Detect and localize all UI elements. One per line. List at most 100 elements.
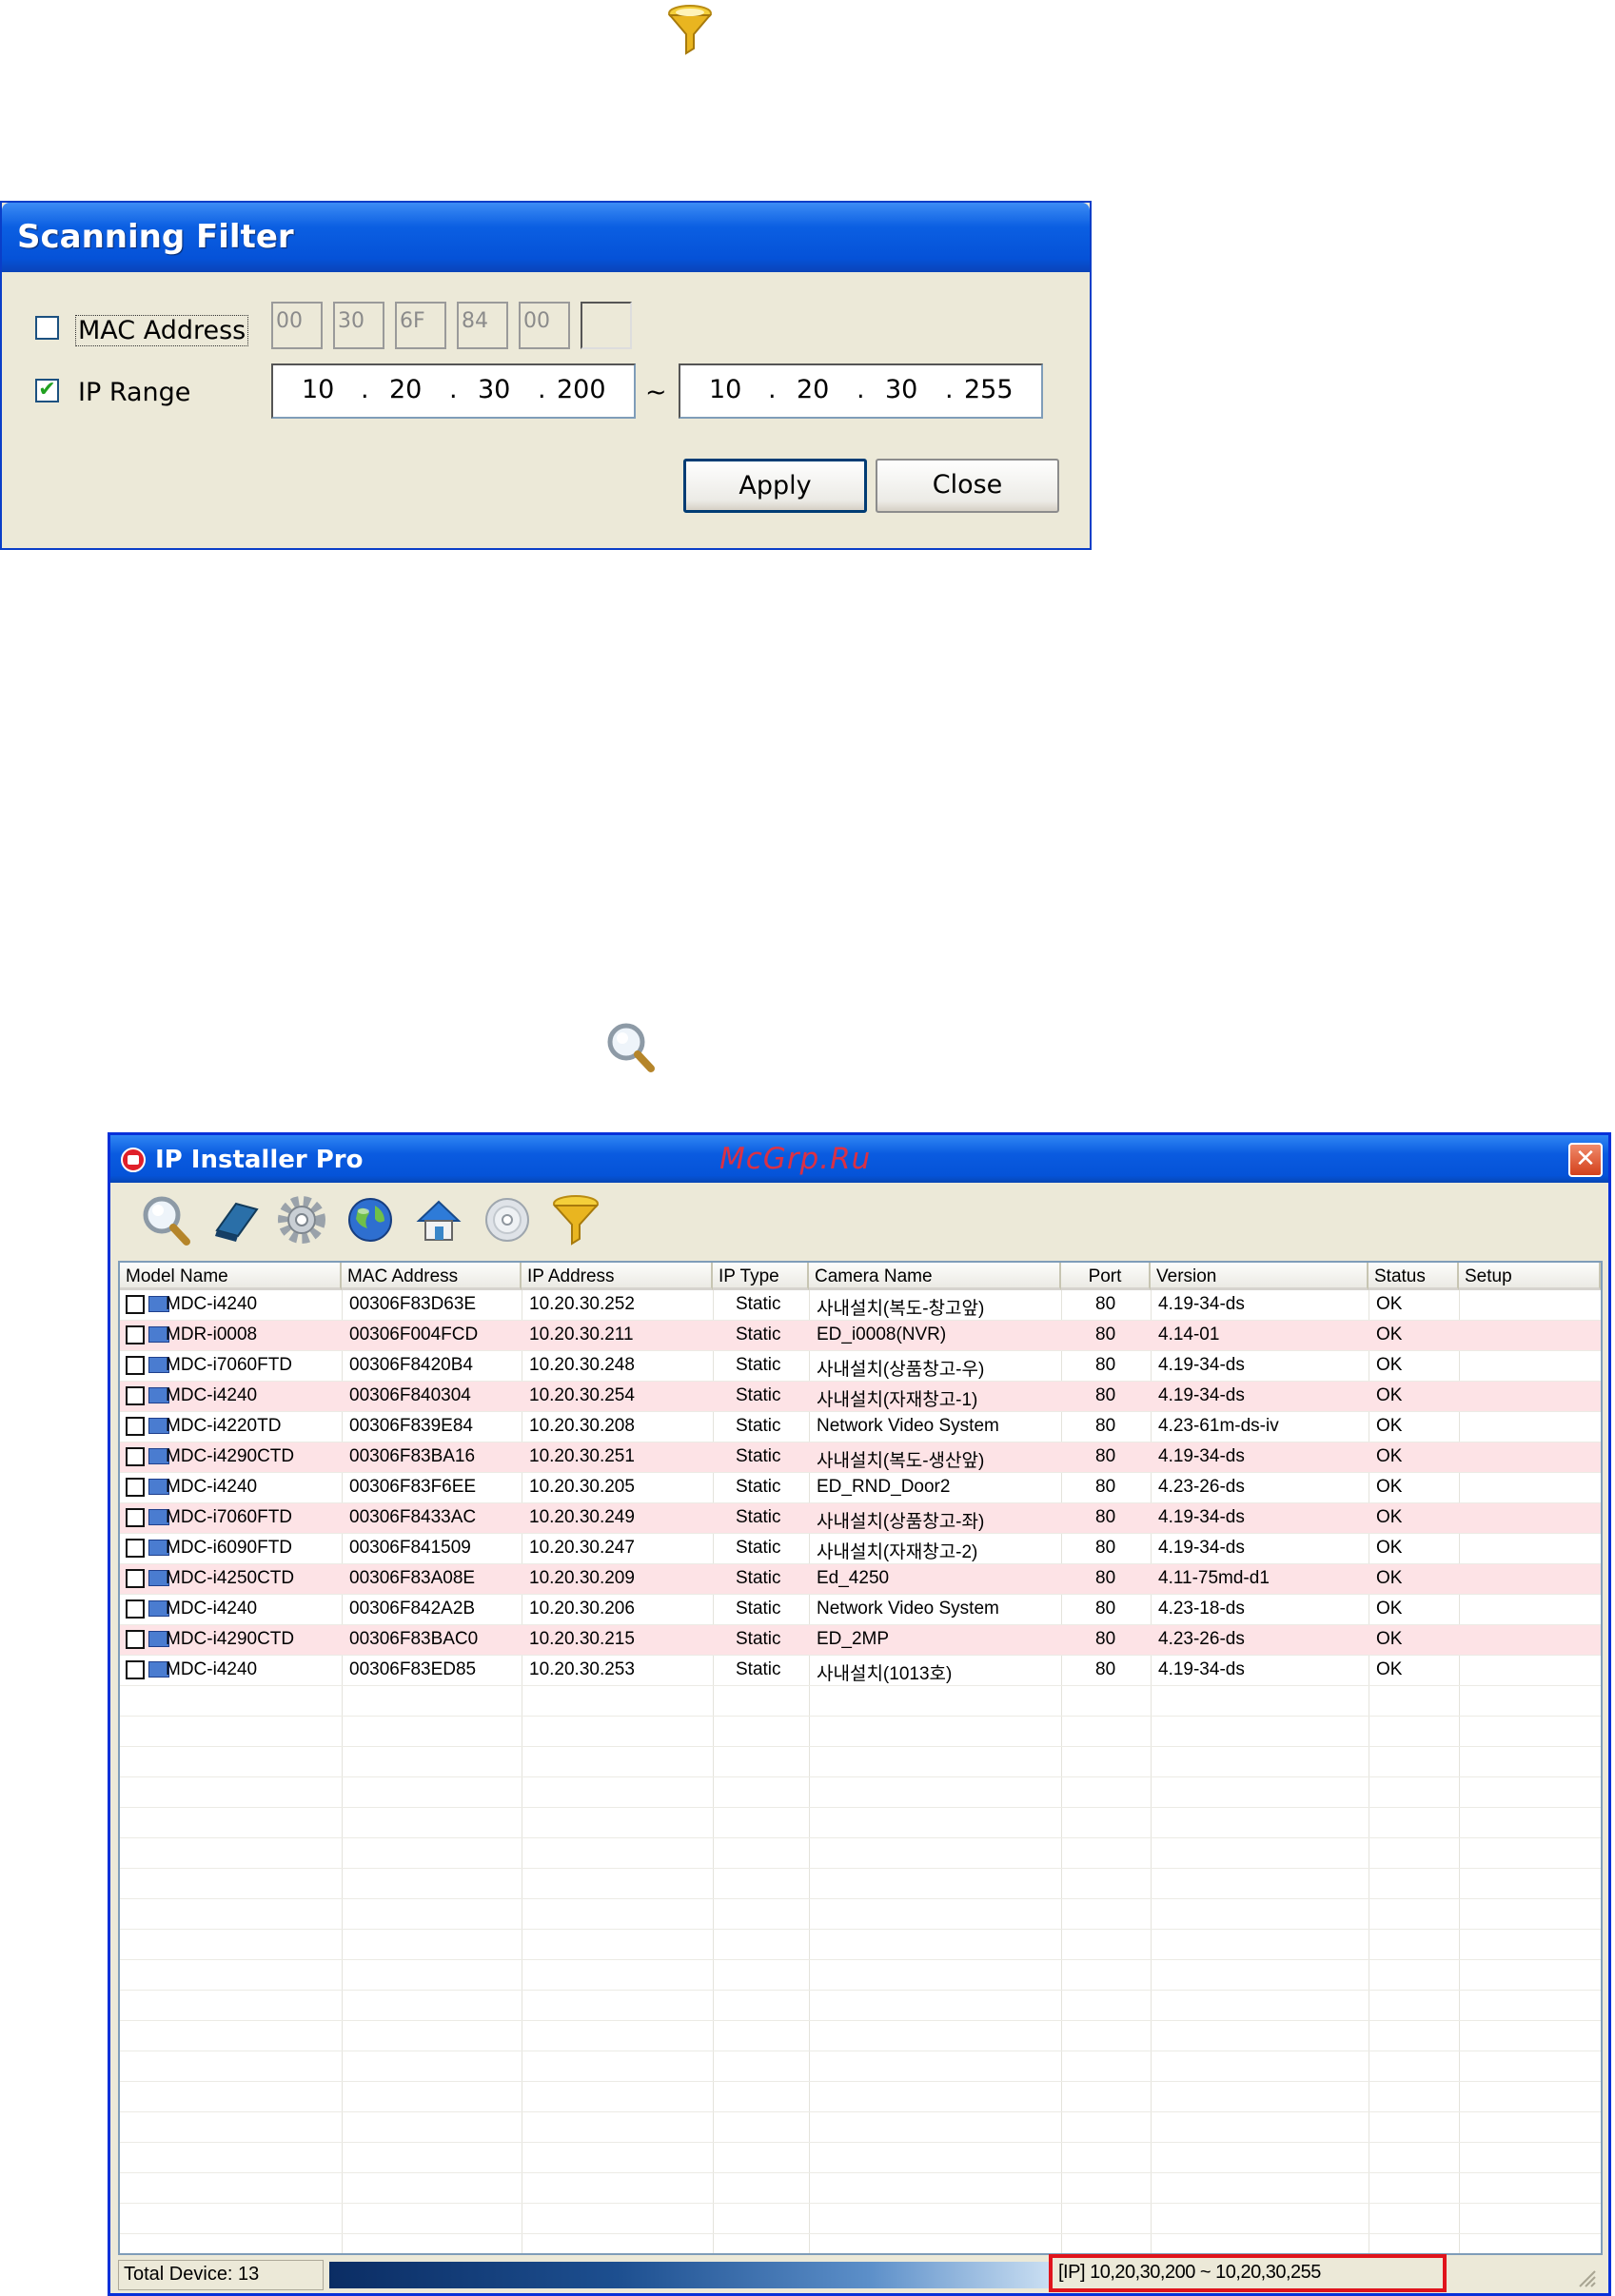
table-row[interactable]: MDC-i7060FTD 00306F8433AC 10.20.30.249 Stat… (120, 1503, 1601, 1534)
table-row[interactable]: MDC-i4240 00306F83ED85 10.20.30.253 Static 사… (120, 1656, 1601, 1686)
row-checkbox[interactable] (126, 1386, 145, 1405)
table-row[interactable]: MDC-i4240 00306F842A2B 10.20.30.206 Static N… (120, 1595, 1601, 1625)
ip-cell: 10.20.30.205 (529, 1477, 635, 1497)
mac-cell: 00306F83F6EE (349, 1477, 477, 1497)
table-row[interactable]: MDC-i4220TD 00306F839E84 10.20.30.208 Stati… (120, 1412, 1601, 1442)
row-checkbox[interactable] (126, 1569, 145, 1588)
mac-byte-4[interactable]: 84 (457, 302, 508, 349)
column-header-status[interactable]: Status (1369, 1263, 1459, 1290)
camera-name-cell: Network Video System (817, 1599, 999, 1619)
home-icon[interactable] (411, 1192, 466, 1247)
row-checkbox[interactable] (126, 1660, 145, 1679)
column-header-ip-type[interactable]: IP Type (713, 1263, 809, 1290)
mac-byte-6[interactable] (581, 302, 632, 349)
column-header-ip[interactable]: IP Address (522, 1263, 713, 1290)
mac-address-checkbox[interactable] (35, 316, 59, 340)
gear-icon[interactable] (274, 1192, 329, 1247)
row-checkbox[interactable] (126, 1447, 145, 1466)
row-checkbox[interactable] (126, 1630, 145, 1649)
funnel-icon[interactable] (548, 1192, 603, 1247)
version-cell: 4.19-34-ds (1158, 1355, 1245, 1375)
apply-button[interactable]: Apply (683, 459, 867, 513)
octet-dot: . (449, 375, 458, 404)
model-cell: MDC-i4290CTD (166, 1629, 295, 1649)
device-list[interactable]: Model Name MAC Address IP Address IP Typ… (118, 1261, 1603, 2255)
ip-end-octet-1: 10 (709, 375, 742, 404)
watermark-text: McGrp.Ru (719, 1142, 872, 1176)
row-checkbox[interactable] (126, 1325, 145, 1344)
row-checkbox[interactable] (126, 1478, 145, 1497)
ip-type-cell: Static (736, 1385, 781, 1405)
mac-byte-2[interactable]: 30 (333, 302, 384, 349)
empty-row (120, 2021, 1601, 2051)
column-header-setup[interactable]: Setup (1459, 1263, 1601, 1290)
row-checkbox[interactable] (126, 1417, 145, 1436)
status-cell: OK (1376, 1385, 1403, 1405)
version-cell: 4.23-26-ds (1158, 1629, 1245, 1649)
row-checkbox[interactable] (126, 1599, 145, 1619)
column-header-mac[interactable]: MAC Address (342, 1263, 522, 1290)
disc-icon[interactable] (480, 1192, 535, 1247)
column-header-model[interactable]: Model Name (120, 1263, 342, 1290)
table-row[interactable]: MDC-i6090FTD 00306F841509 10.20.30.247 Stat… (120, 1534, 1601, 1564)
model-cell: MDC-i4240 (166, 1294, 258, 1314)
mac-byte-1[interactable]: 00 (271, 302, 323, 349)
table-row[interactable]: MDC-i4240 00306F840304 10.20.30.254 Static 사… (120, 1382, 1601, 1412)
port-cell: 80 (1095, 1507, 1116, 1527)
dialog-titlebar: Scanning Filter (2, 203, 1090, 272)
version-cell: 4.23-18-ds (1158, 1599, 1245, 1619)
eraser-icon[interactable] (207, 1192, 263, 1247)
column-header-port[interactable]: Port (1061, 1263, 1151, 1290)
row-checkbox[interactable] (126, 1539, 145, 1558)
close-button[interactable]: Close (876, 459, 1059, 513)
row-checkbox[interactable] (126, 1356, 145, 1375)
ip-cell: 10.20.30.253 (529, 1659, 635, 1679)
table-row[interactable]: MDC-i4240 00306F83D63E 10.20.30.252 Static 사… (120, 1290, 1601, 1321)
ip-range-end-field[interactable]: 10 . 20 . 30 . 255 (679, 363, 1043, 419)
octet-dot: . (768, 375, 777, 404)
ip-range-start-field[interactable]: 10 . 20 . 30 . 200 (271, 363, 636, 419)
table-row[interactable]: MDC-i4290CTD 00306F83BAC0 10.20.30.215 Stat… (120, 1625, 1601, 1656)
empty-row (120, 1717, 1601, 1747)
search-icon[interactable] (139, 1192, 194, 1247)
status-cell: OK (1376, 1355, 1403, 1375)
table-row[interactable]: MDC-i4290CTD 00306F83BA16 10.20.30.251 Stat… (120, 1442, 1601, 1473)
status-cell: OK (1376, 1507, 1403, 1527)
model-cell: MDC-i4250CTD (166, 1568, 295, 1588)
ip-start-octet-3: 30 (478, 375, 511, 404)
ip-cell: 10.20.30.209 (529, 1568, 635, 1588)
window-close-button[interactable]: ✕ (1568, 1143, 1603, 1177)
table-row[interactable]: MDR-i0008 00306F004FCD 10.20.30.211 Static E… (120, 1321, 1601, 1351)
table-row[interactable]: MDC-i4240 00306F83F6EE 10.20.30.205 Static E… (120, 1473, 1601, 1503)
ip-end-octet-4: 255 (964, 375, 1014, 404)
ip-type-cell: Static (736, 1599, 781, 1619)
version-cell: 4.19-34-ds (1158, 1385, 1245, 1405)
globe-icon[interactable] (343, 1192, 398, 1247)
ip-cell: 10.20.30.215 (529, 1629, 635, 1649)
row-checkbox[interactable] (126, 1508, 145, 1527)
device-count: Total Device: 13 (118, 2260, 324, 2290)
camera-name-cell: 사내설치(복도-생산앞) (817, 1451, 985, 1471)
empty-row (120, 1838, 1601, 1869)
column-header-camera-name[interactable]: Camera Name (809, 1263, 1061, 1290)
table-row[interactable]: MDC-i4250CTD 00306F83A08E 10.20.30.209 Stat… (120, 1564, 1601, 1595)
octet-dot: . (857, 375, 865, 404)
mac-byte-3[interactable]: 6F (395, 302, 446, 349)
row-checkbox[interactable] (126, 1295, 145, 1314)
ip-range-checkbox[interactable]: ✔ (35, 379, 59, 402)
scanning-filter-dialog: Scanning Filter MAC Address 00 30 6F 84 … (0, 201, 1092, 550)
status-bar: Total Device: 13 [IP] 10,20,30,200 ~ 10,… (118, 2254, 1603, 2292)
mac-byte-5[interactable]: 00 (519, 302, 570, 349)
column-header-version[interactable]: Version (1151, 1263, 1369, 1290)
model-cell: MDR-i0008 (166, 1325, 258, 1344)
camera-name-cell: 사내설치(자재창고-2) (817, 1542, 978, 1562)
ip-cell: 10.20.30.206 (529, 1599, 635, 1619)
mac-cell: 00306F83BA16 (349, 1446, 476, 1466)
ip-type-cell: Static (736, 1355, 781, 1375)
model-cell: MDC-i4240 (166, 1599, 258, 1619)
resize-grip-icon[interactable] (1574, 2266, 1597, 2288)
status-cell: OK (1376, 1446, 1403, 1466)
ip-type-cell: Static (736, 1294, 781, 1314)
mac-cell: 00306F83BAC0 (349, 1629, 479, 1649)
table-row[interactable]: MDC-i7060FTD 00306F8420B4 10.20.30.248 Stat… (120, 1351, 1601, 1382)
